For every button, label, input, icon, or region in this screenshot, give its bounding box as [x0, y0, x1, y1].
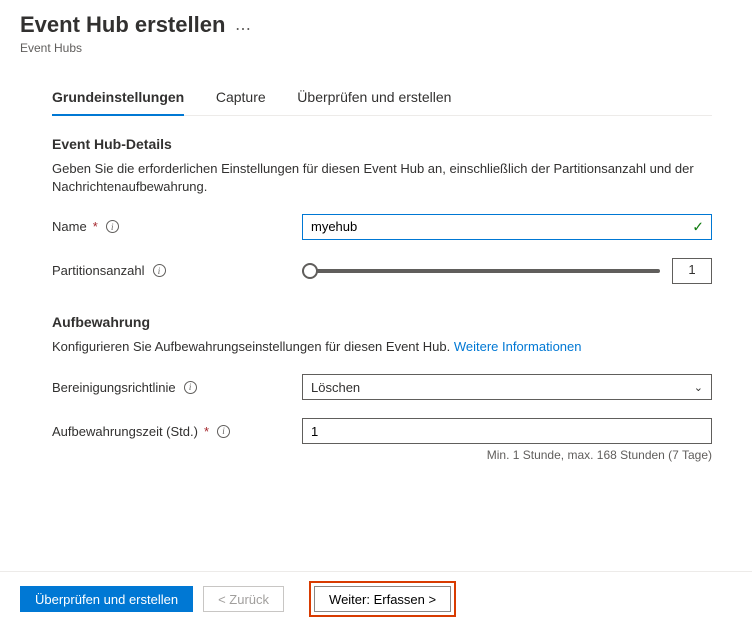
tabs: Grundeinstellungen Capture Überprüfen un… [52, 81, 712, 116]
cleanup-select[interactable]: Löschen ⌄ [302, 374, 712, 400]
section-title-details: Event Hub-Details [52, 136, 712, 152]
name-label: Name* i [52, 219, 302, 234]
cleanup-label: Bereinigungsrichtlinie i [52, 380, 302, 395]
breadcrumb: Event Hubs [20, 41, 732, 55]
info-icon[interactable]: i [153, 264, 166, 277]
next-button[interactable]: Weiter: Erfassen > [314, 586, 451, 612]
footer: Überprüfen und erstellen < Zurück Weiter… [0, 571, 752, 626]
section-title-retention: Aufbewahrung [52, 314, 712, 330]
tab-capture[interactable]: Capture [216, 81, 266, 115]
cleanup-value: Löschen [311, 380, 360, 395]
more-actions-icon[interactable]: ⋯ [235, 21, 251, 38]
tab-review[interactable]: Überprüfen und erstellen [297, 81, 451, 115]
name-input[interactable] [302, 214, 712, 240]
retention-time-label: Aufbewahrungszeit (Std.)* i [52, 424, 302, 439]
page-title: Event Hub erstellen [20, 12, 225, 38]
required-indicator: * [93, 219, 98, 234]
review-create-button[interactable]: Überprüfen und erstellen [20, 586, 193, 612]
partitions-slider[interactable] [302, 261, 660, 281]
section-desc-retention: Konfigurieren Sie Aufbewahrungseinstellu… [52, 338, 712, 356]
more-info-link[interactable]: Weitere Informationen [454, 339, 582, 354]
section-desc-details: Geben Sie die erforderlichen Einstellung… [52, 160, 712, 196]
partitions-label: Partitionsanzahl i [52, 263, 302, 278]
slider-thumb[interactable] [302, 263, 318, 279]
info-icon[interactable]: i [184, 381, 197, 394]
retention-hint: Min. 1 Stunde, max. 168 Stunden (7 Tage) [52, 448, 712, 462]
chevron-down-icon: ⌄ [694, 381, 703, 394]
check-icon: ✓ [692, 218, 704, 235]
required-indicator: * [204, 424, 209, 439]
partitions-value[interactable]: 1 [672, 258, 712, 284]
info-icon[interactable]: i [217, 425, 230, 438]
back-button: < Zurück [203, 586, 284, 612]
tab-basics[interactable]: Grundeinstellungen [52, 81, 184, 115]
info-icon[interactable]: i [106, 220, 119, 233]
retention-time-input[interactable] [302, 418, 712, 444]
